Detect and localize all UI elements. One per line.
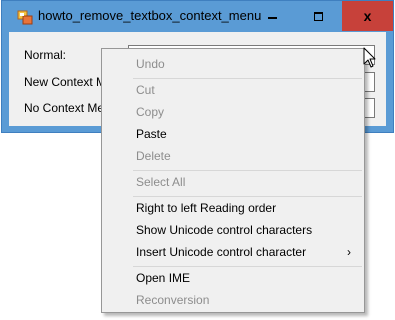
app-icon	[17, 10, 33, 25]
menu-item-undo[interactable]: Undo	[104, 53, 362, 75]
menu-item-insert-unicode[interactable]: Insert Unicode control character ›	[104, 241, 362, 263]
menu-item-label: Right to left Reading order	[136, 201, 277, 215]
close-button[interactable]: x	[342, 1, 393, 31]
menu-item-label: Reconversion	[136, 293, 210, 307]
new-context-menu-label: New Context Me	[24, 75, 113, 89]
normal-label: Normal:	[24, 48, 67, 62]
window-title: howto_remove_textbox_context_menu	[38, 8, 262, 23]
menu-item-label: Select All	[136, 175, 186, 189]
menu-item-label: Insert Unicode control character	[136, 245, 307, 259]
menu-item-copy[interactable]: Copy	[104, 101, 362, 123]
chevron-right-icon: ›	[347, 245, 351, 259]
menu-item-label: Undo	[136, 57, 165, 71]
menu-item-paste[interactable]: Paste	[104, 123, 362, 145]
menu-item-label: Show Unicode control characters	[136, 223, 313, 237]
menu-item-right-to-left[interactable]: Right to left Reading order	[104, 197, 362, 219]
menu-item-reconversion[interactable]: Reconversion	[104, 289, 362, 311]
menu-item-label: Copy	[136, 105, 165, 119]
menu-item-label: Cut	[136, 83, 155, 97]
context-menu: Undo Cut Copy Paste Delete Select All Ri…	[101, 48, 365, 313]
menu-item-label: Delete	[136, 149, 171, 163]
title-bar[interactable]: howto_remove_textbox_context_menu x	[2, 1, 393, 32]
menu-item-label: Paste	[136, 127, 167, 141]
menu-item-show-unicode[interactable]: Show Unicode control characters	[104, 219, 362, 241]
minimize-button[interactable]	[249, 1, 295, 31]
menu-item-open-ime[interactable]: Open IME	[104, 267, 362, 289]
menu-item-delete[interactable]: Delete	[104, 145, 362, 167]
menu-item-cut[interactable]: Cut	[104, 79, 362, 101]
menu-item-select-all[interactable]: Select All	[104, 171, 362, 193]
mouse-cursor-icon	[363, 47, 376, 68]
close-icon: x	[363, 8, 372, 24]
maximize-button[interactable]	[295, 1, 341, 31]
minimize-icon	[267, 17, 277, 19]
maximize-icon	[313, 11, 323, 21]
menu-item-label: Open IME	[136, 271, 191, 285]
